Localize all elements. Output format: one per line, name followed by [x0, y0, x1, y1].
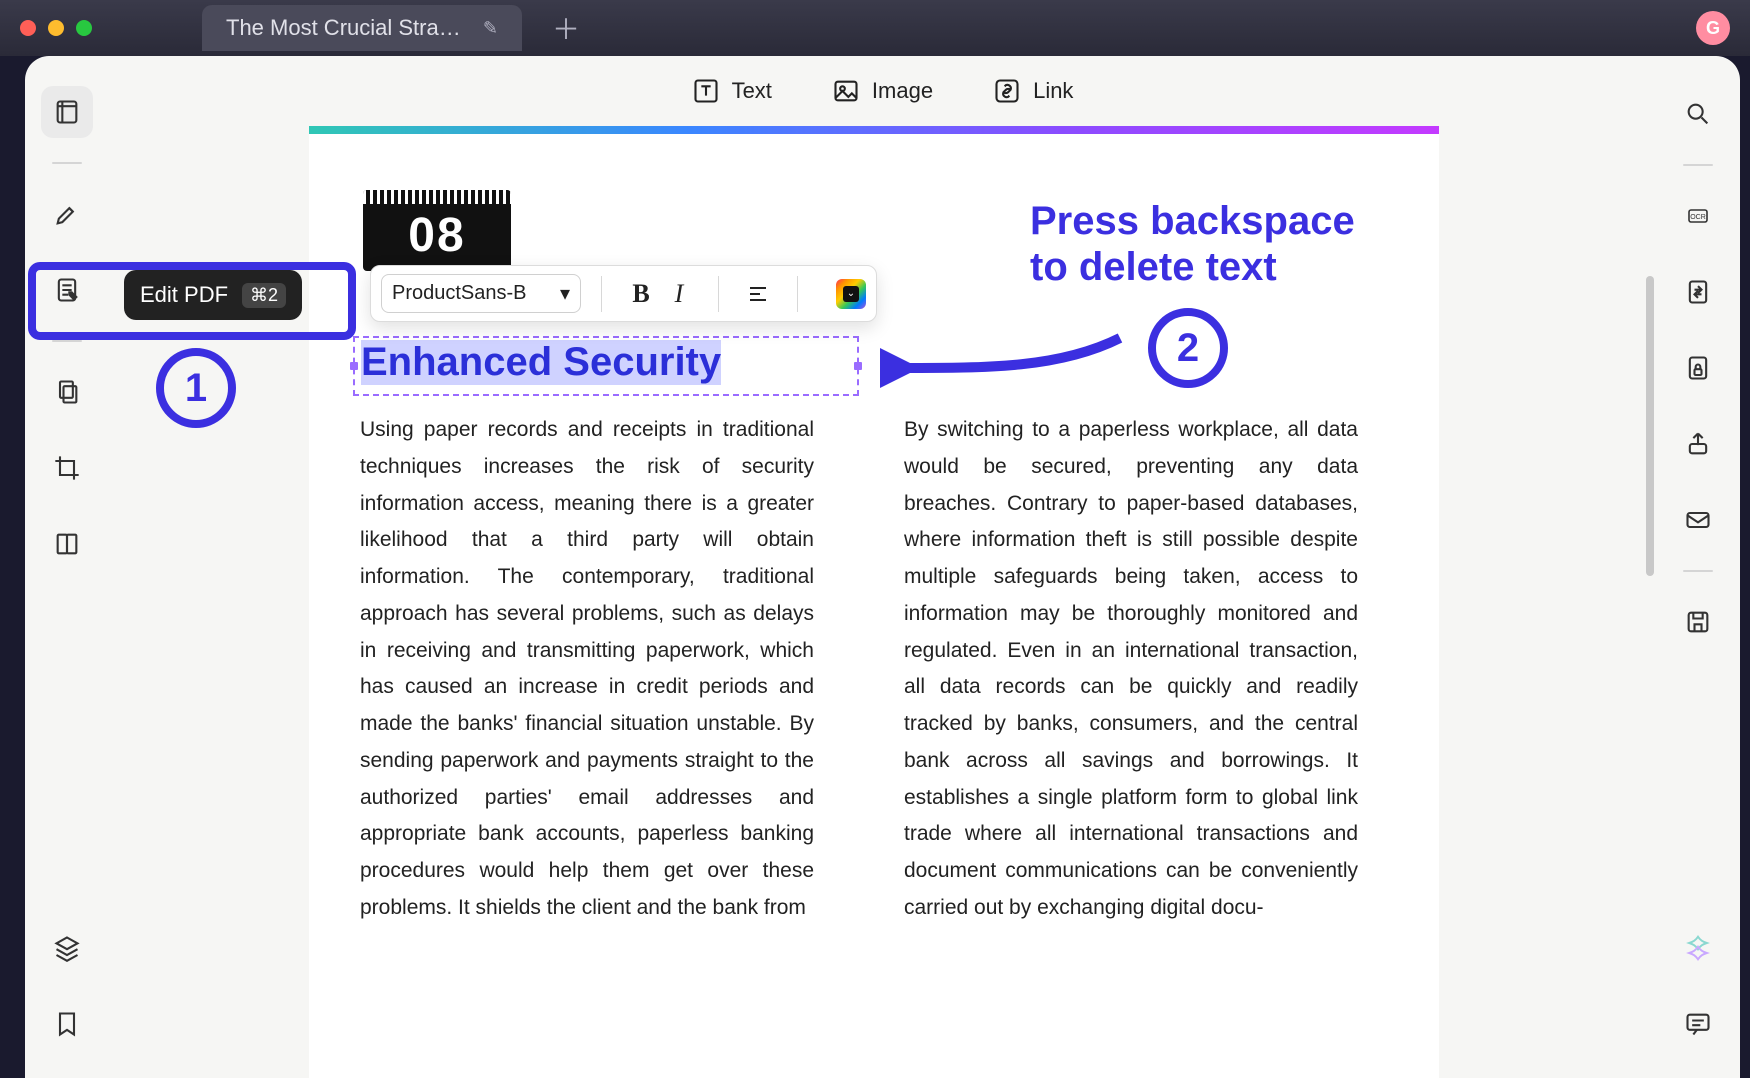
image-icon: [832, 77, 860, 105]
thumbnails-icon: [53, 98, 81, 126]
insert-text-button[interactable]: Text: [692, 77, 772, 105]
step-2-badge: 2: [1148, 308, 1228, 388]
chevron-down-icon: ⌄: [843, 286, 859, 302]
layers-icon: [53, 934, 81, 962]
selection-handle-right[interactable]: [854, 362, 862, 370]
callout-line1: Press backspace: [1030, 198, 1355, 244]
comment-icon: [1684, 1010, 1712, 1038]
callout-arrow: [880, 328, 1140, 428]
right-sidebar: OCR: [1656, 56, 1740, 1078]
step-1-badge: 1: [156, 348, 236, 428]
search-icon: [1684, 100, 1712, 128]
insert-link-button[interactable]: Link: [993, 77, 1073, 105]
document-tab[interactable]: The Most Crucial Strategy ✎: [202, 5, 522, 51]
ocr-icon: OCR: [1686, 204, 1710, 228]
tooltip-shortcut: ⌘2: [242, 283, 286, 308]
comment-button[interactable]: [1672, 998, 1724, 1050]
page-header-stripe: [309, 126, 1439, 134]
insert-link-label: Link: [1033, 78, 1073, 104]
ocr-button[interactable]: OCR: [1672, 190, 1724, 242]
align-button[interactable]: [739, 275, 777, 313]
share-button[interactable]: [1672, 418, 1724, 470]
align-left-icon: [746, 282, 770, 306]
crop-button[interactable]: [41, 442, 93, 494]
page-manager-icon: [53, 378, 81, 406]
lock-file-icon: [1684, 354, 1712, 382]
page-manager-button[interactable]: [41, 366, 93, 418]
convert-icon: [1684, 278, 1712, 306]
toolbar-separator: [797, 276, 798, 312]
share-icon: [1684, 430, 1712, 458]
body-column-2[interactable]: By switching to a paperless workplace, a…: [904, 412, 1358, 927]
text-color-button[interactable]: ⌄: [836, 279, 866, 309]
mail-button[interactable]: [1672, 494, 1724, 546]
mail-icon: [1684, 506, 1712, 534]
pencil-icon: ✎: [483, 18, 498, 39]
link-icon: [993, 77, 1021, 105]
body-column-1[interactable]: Using paper records and receipts in trad…: [360, 412, 814, 927]
insert-text-label: Text: [732, 78, 772, 104]
user-avatar[interactable]: G: [1696, 11, 1730, 45]
callout-line2: to delete text: [1030, 244, 1355, 290]
compare-icon: [53, 530, 81, 558]
insert-image-label: Image: [872, 78, 933, 104]
fullscreen-window-button[interactable]: [76, 20, 92, 36]
callout-text: Press backspace to delete text: [1030, 198, 1355, 290]
text-format-toolbar: ProductSans-B ▾ B I ⌄: [370, 265, 877, 322]
font-family-select[interactable]: ProductSans-B ▾: [381, 274, 581, 313]
protect-button[interactable]: [1672, 342, 1724, 394]
edit-pdf-icon: [53, 276, 81, 304]
selected-heading-text[interactable]: Enhanced Security: [361, 340, 721, 385]
selection-handle-left[interactable]: [350, 362, 358, 370]
save-button[interactable]: [1672, 596, 1724, 648]
insert-image-button[interactable]: Image: [832, 77, 933, 105]
font-family-value: ProductSans-B: [392, 282, 552, 305]
vertical-scrollbar[interactable]: [1646, 276, 1654, 576]
edit-pdf-button[interactable]: [41, 264, 93, 316]
compare-button[interactable]: [41, 518, 93, 570]
page-number-value: 08: [363, 204, 511, 271]
crop-icon: [53, 454, 81, 482]
text-selection-box[interactable]: Enhanced Security: [353, 336, 859, 396]
close-window-button[interactable]: [20, 20, 36, 36]
titlebar: The Most Crucial Strategy ✎ ＋ G: [0, 0, 1750, 56]
bookmark-icon: [53, 1010, 81, 1038]
sidebar-separator: [52, 340, 82, 342]
minimize-window-button[interactable]: [48, 20, 64, 36]
thumbnails-button[interactable]: [41, 86, 93, 138]
insert-toolbar: Text Image Link: [109, 56, 1656, 126]
edit-pdf-tooltip: Edit PDF ⌘2: [124, 270, 302, 320]
svg-text:OCR: OCR: [1690, 214, 1706, 221]
bookmark-button[interactable]: [41, 998, 93, 1050]
layers-button[interactable]: [41, 922, 93, 974]
sidebar-separator: [1683, 164, 1713, 166]
highlighter-button[interactable]: [41, 188, 93, 240]
page-number-box: 08: [363, 190, 511, 271]
search-button[interactable]: [1672, 88, 1724, 140]
new-tab-button[interactable]: ＋: [552, 8, 580, 48]
ai-button[interactable]: [1672, 922, 1724, 974]
sidebar-separator: [1683, 570, 1713, 572]
save-icon: [1684, 608, 1712, 636]
convert-button[interactable]: [1672, 266, 1724, 318]
document-tab-title: The Most Crucial Strategy: [226, 15, 461, 41]
left-sidebar: [25, 56, 109, 1078]
sidebar-separator: [52, 162, 82, 164]
chevron-down-icon: ▾: [560, 281, 570, 306]
toolbar-separator: [601, 276, 602, 312]
italic-button[interactable]: I: [660, 275, 698, 313]
document-body-columns: Using paper records and receipts in trad…: [360, 412, 1360, 927]
text-icon: [692, 77, 720, 105]
toolbar-separator: [718, 276, 719, 312]
highlighter-icon: [53, 200, 81, 228]
ai-icon: [1683, 933, 1713, 963]
tooltip-label: Edit PDF: [140, 282, 228, 308]
bold-button[interactable]: B: [622, 275, 660, 313]
